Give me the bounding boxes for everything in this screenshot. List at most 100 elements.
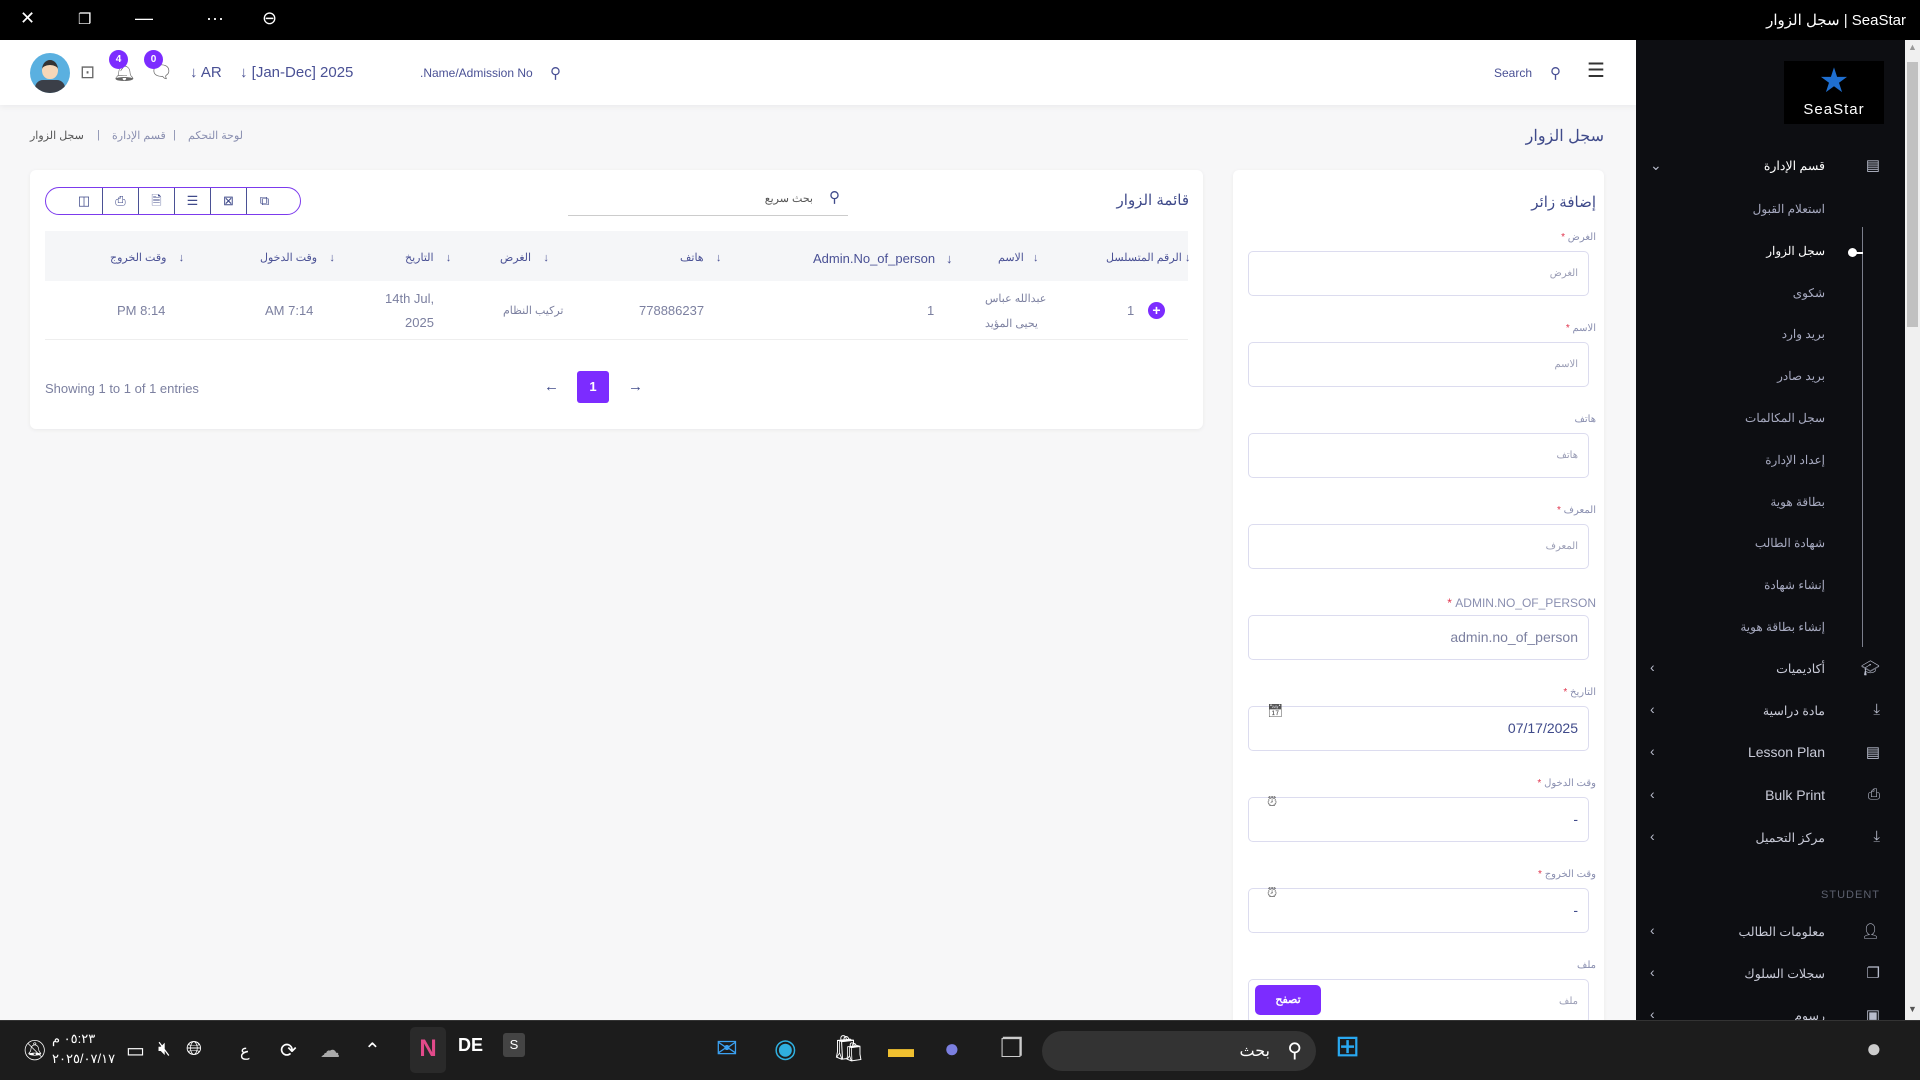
sidebar-subitem[interactable]: بطاقة هوية (1770, 495, 1825, 509)
edge-icon[interactable]: ◉ (774, 1033, 797, 1064)
sidebar-student-item[interactable]: معلومات الطالب (1739, 924, 1826, 939)
search-label[interactable]: Search (1494, 66, 1532, 80)
alarm-icon[interactable]: ⏰︎ (1267, 883, 1277, 903)
field-input[interactable]: هاتف (1248, 433, 1589, 478)
avatar[interactable] (30, 53, 70, 93)
chart-icon[interactable]: ⊡ (80, 62, 95, 83)
chevron-left-icon[interactable]: ‹ (1650, 786, 1655, 802)
calendar-icon[interactable]: 📅︎ (1267, 701, 1284, 721)
sidebar-group[interactable]: Bulk Print (1765, 787, 1825, 803)
restore-icon[interactable]: ❐ (78, 10, 91, 28)
taskbar-search[interactable]: بحث ⚲ (1042, 1031, 1316, 1071)
expand-row-button[interactable]: + (1148, 302, 1165, 319)
teams-icon[interactable]: ● (944, 1033, 960, 1064)
more-icon[interactable]: ··· (206, 8, 224, 29)
sidebar-subitem[interactable]: شهادة الطالب (1755, 536, 1825, 550)
pdf-icon[interactable]: 🗎 (138, 188, 174, 214)
column-name[interactable]: ↓ الاسم (998, 251, 1039, 264)
weather-icon[interactable]: ● (1866, 1033, 1882, 1064)
column-serial[interactable]: ↓ الرقم المتسلسل (1106, 251, 1190, 264)
print-icon[interactable]: ⎙ (102, 188, 138, 214)
chevron-up-icon[interactable]: ⌃ (364, 1038, 381, 1063)
file-explorer-icon[interactable]: ▬ (888, 1033, 914, 1064)
mail-icon[interactable]: ✉ (716, 1033, 738, 1064)
app-de-icon[interactable]: DE (458, 1035, 483, 1056)
column-date[interactable]: ↓ التاريخ (405, 251, 451, 264)
sidebar-subitem[interactable]: بريد صادر (1777, 369, 1825, 383)
page-1-button[interactable]: 1 (577, 371, 609, 403)
chevron-left-icon[interactable]: ‹ (1650, 743, 1655, 759)
menu-icon[interactable]: ☰ (1587, 58, 1605, 83)
clock-date[interactable]: ٢٠٢٥/٠٧/١٧ (52, 1051, 115, 1067)
alarm-icon[interactable]: ⏰︎ (1267, 792, 1277, 812)
windows-start-icon[interactable]: ⊞ (1335, 1029, 1360, 1064)
scrollbar[interactable]: ▲ ▼ (1905, 40, 1920, 1020)
column-phone[interactable]: ↓ هاتف (680, 251, 721, 264)
csv-icon[interactable]: ☰ (174, 188, 210, 214)
chevron-left-icon[interactable]: ‹ (1650, 828, 1655, 844)
app-n-icon[interactable]: N (410, 1027, 446, 1073)
battery-icon[interactable]: ▭ (126, 1038, 145, 1063)
close-icon[interactable]: ✕ (20, 8, 35, 29)
sidebar-subitem[interactable]: إنشاء شهادة (1764, 578, 1825, 592)
sidebar-subitem[interactable]: استعلام القبول (1753, 202, 1825, 216)
task-view-icon[interactable]: ❐ (1000, 1033, 1023, 1064)
seastar-logo[interactable]: ★ SeaStar (1784, 61, 1884, 124)
chevron-left-icon[interactable]: ‹ (1650, 1006, 1655, 1020)
columns-icon[interactable]: ◫ (66, 188, 102, 214)
field-input[interactable]: المعرف (1248, 524, 1589, 569)
copy-icon[interactable]: ⧉ (246, 188, 282, 214)
breadcrumb-dashboard[interactable]: لوحة التحكم (188, 129, 243, 142)
sidebar-group[interactable]: مادة دراسية (1763, 703, 1825, 718)
focus-assist-icon[interactable]: 🔕︎ (22, 1038, 47, 1063)
volume-muted-icon[interactable]: 🔇︎ (158, 1038, 171, 1061)
prev-page-button[interactable]: ← (544, 378, 559, 395)
breadcrumb-admin[interactable]: قسم الإدارة (112, 129, 166, 142)
network-icon[interactable]: 🌐︎ (186, 1038, 202, 1061)
clock-time[interactable]: ٠٥:٢٣ م (52, 1031, 95, 1047)
field-input[interactable]: - ⏰︎ (1248, 885, 1589, 933)
search-icon[interactable]: ⚲ (1550, 64, 1561, 82)
excel-icon[interactable]: ⊠ (210, 188, 246, 214)
next-page-button[interactable]: → (628, 378, 643, 395)
sidebar-group[interactable]: Lesson Plan (1748, 744, 1825, 760)
column-purpose[interactable]: ↓ الغرض (500, 251, 549, 264)
onedrive-off-icon[interactable]: ☁ (320, 1038, 340, 1063)
sidebar-subitem[interactable]: بريد وارد (1782, 327, 1825, 341)
sidebar-subitem[interactable]: سجل المكالمات (1745, 411, 1825, 425)
chevron-left-icon[interactable]: ‹ (1650, 964, 1655, 980)
student-search-input[interactable]: .Name/Admission No (420, 66, 533, 80)
sidebar-subitem[interactable]: شكوى (1793, 286, 1825, 300)
field-input[interactable]: الاسم (1248, 342, 1589, 387)
chevron-down-icon[interactable]: ⌄ (1650, 157, 1662, 174)
language-selector[interactable]: ↓ AR (190, 64, 222, 81)
store-icon[interactable]: 🛍︎ (832, 1033, 865, 1064)
search-icon[interactable]: ⚲ (550, 64, 561, 82)
language-indicator[interactable]: ع (240, 1041, 250, 1061)
minimize-icon[interactable]: — (135, 8, 153, 29)
field-input[interactable]: ملف تصفح (1248, 979, 1589, 1024)
field-input[interactable]: 07/17/2025 📅︎ (1248, 703, 1589, 751)
sidebar-student-item[interactable]: سجلات السلوك (1744, 966, 1825, 981)
sidebar-student-item[interactable]: رسوم (1794, 1008, 1825, 1020)
column-admin-no[interactable]: Admin.No_of_person ↓ (813, 251, 952, 266)
sidebar-subitem[interactable]: إنشاء بطاقة هوية (1740, 620, 1825, 634)
sidebar-subitem[interactable]: سجل الزوار (1766, 244, 1825, 258)
sync-icon[interactable]: ⟳ (280, 1038, 297, 1063)
column-exit-time[interactable]: ↓ وقت الخروج (110, 251, 184, 264)
sidebar-group[interactable]: مركز التحميل (1755, 830, 1825, 845)
field-input[interactable]: admin.no_of_person (1248, 615, 1589, 660)
sidebar-group[interactable]: أكاديميات (1776, 661, 1825, 676)
chevron-left-icon[interactable]: ‹ (1650, 659, 1655, 675)
chevron-left-icon[interactable]: ‹ (1650, 922, 1655, 938)
app-s-icon[interactable]: S (503, 1033, 525, 1057)
field-input[interactable]: الغرض (1248, 251, 1589, 296)
zoom-out-icon[interactable]: ⊖ (262, 8, 277, 29)
browse-button[interactable]: تصفح (1255, 985, 1321, 1015)
sidebar-subitem[interactable]: إعداد الإدارة (1765, 453, 1825, 467)
chevron-left-icon[interactable]: ‹ (1650, 701, 1655, 717)
field-input[interactable]: - ⏰︎ (1248, 794, 1589, 842)
sidebar-section-admin[interactable]: قسم الإدارة (1764, 158, 1825, 173)
period-selector[interactable]: ↓ [Jan-Dec] 2025 (240, 64, 353, 81)
quick-search-input[interactable]: بحث سريع ⚲ (568, 182, 848, 216)
